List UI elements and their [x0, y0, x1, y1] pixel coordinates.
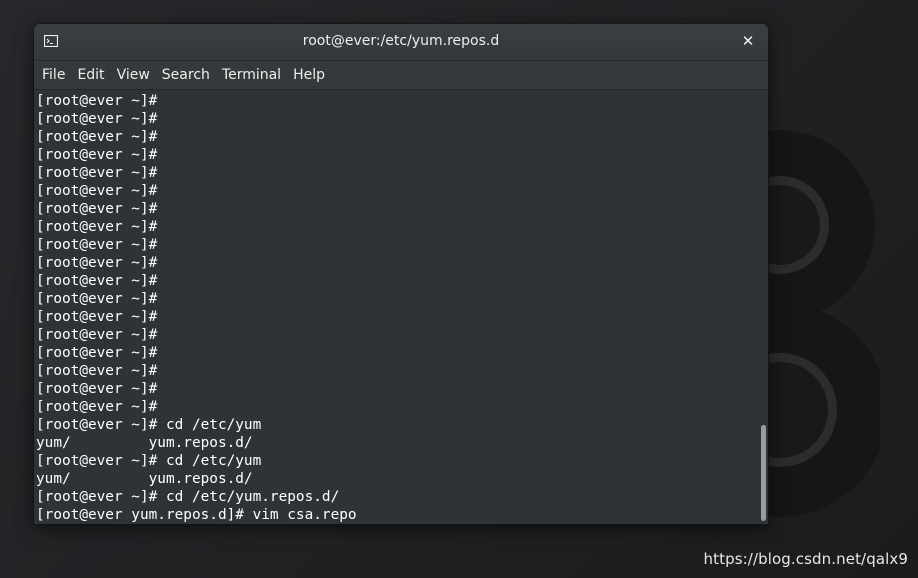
terminal-line: [root@ever ~]#: [36, 165, 158, 181]
terminal-line: [root@ever ~]#: [36, 363, 158, 379]
terminal-scrollbar[interactable]: [758, 90, 768, 524]
terminal-line: [root@ever ~]#: [36, 345, 158, 361]
terminal-line: [root@ever ~]#: [36, 93, 158, 109]
close-icon[interactable]: ✕: [740, 32, 756, 50]
menu-view[interactable]: View: [112, 61, 155, 89]
terminal-line: yum/ yum.repos.d/: [36, 471, 253, 487]
terminal-line: [root@ever ~]# cd /etc/yum: [36, 417, 262, 433]
terminal-line: [root@ever ~]#: [36, 111, 158, 127]
titlebar[interactable]: root@ever:/etc/yum.repos.d ✕: [34, 24, 768, 61]
terminal-line: [root@ever ~]#: [36, 273, 158, 289]
terminal-line: [root@ever ~]#: [36, 183, 158, 199]
terminal-line: [root@ever ~]#: [36, 147, 158, 163]
menu-file[interactable]: File: [37, 61, 70, 89]
terminal-line: [root@ever ~]#: [36, 327, 158, 343]
desktop: https://blog.csdn.net/qalx9 root@ever:/e…: [0, 0, 918, 578]
terminal-line: yum/ yum.repos.d/: [36, 435, 253, 451]
terminal-line: [root@ever ~]#: [36, 381, 158, 397]
terminal-line: [root@ever ~]#: [36, 129, 158, 145]
menu-help[interactable]: Help: [288, 61, 330, 89]
terminal-line: [root@ever ~]#: [36, 309, 158, 325]
terminal-lines: [root@ever ~]# [root@ever ~]# [root@ever…: [36, 92, 357, 524]
terminal-line: [root@ever ~]# cd /etc/yum.repos.d/: [36, 489, 340, 505]
scrollbar-thumb[interactable]: [761, 425, 766, 521]
menu-edit[interactable]: Edit: [72, 61, 109, 89]
terminal-window: root@ever:/etc/yum.repos.d ✕ File Edit V…: [34, 24, 768, 524]
menubar: File Edit View Search Terminal Help: [34, 61, 768, 90]
menu-terminal[interactable]: Terminal: [217, 61, 286, 89]
terminal-line: [root@ever ~]#: [36, 237, 158, 253]
terminal-output[interactable]: [root@ever ~]# [root@ever ~]# [root@ever…: [34, 90, 768, 524]
menu-search[interactable]: Search: [157, 61, 215, 89]
terminal-line: [root@ever yum.repos.d]# vim csa.repo: [36, 507, 357, 523]
terminal-line: [root@ever ~]#: [36, 219, 158, 235]
window-title: root@ever:/etc/yum.repos.d: [302, 33, 500, 49]
terminal-line: [root@ever ~]#: [36, 201, 158, 217]
terminal-line: [root@ever ~]# cd /etc/yum: [36, 453, 262, 469]
watermark-url: https://blog.csdn.net/qalx9: [703, 550, 908, 568]
terminal-line: [root@ever ~]#: [36, 291, 158, 307]
terminal-line: [root@ever ~]#: [36, 255, 158, 271]
terminal-line: [root@ever ~]#: [36, 399, 158, 415]
